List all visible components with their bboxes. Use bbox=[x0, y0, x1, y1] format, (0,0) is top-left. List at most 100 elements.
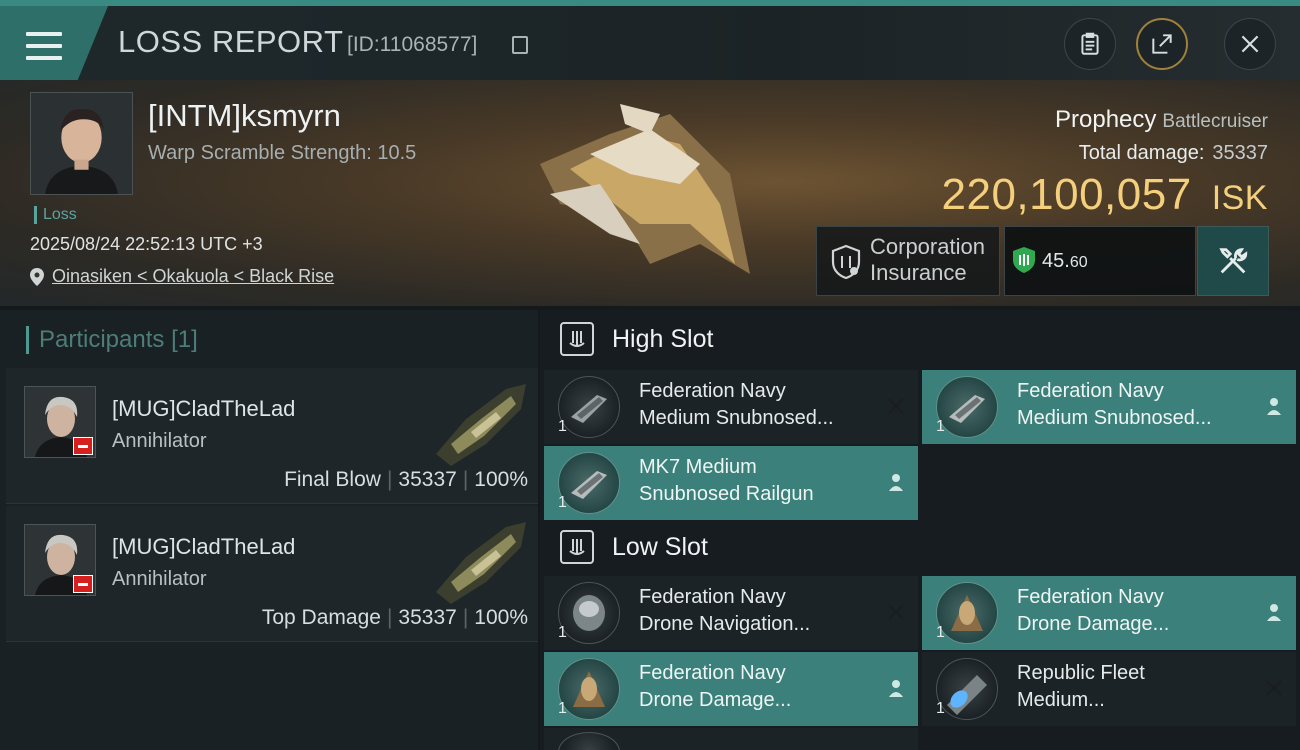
module-name-line-2: Drone Damage... bbox=[639, 689, 792, 711]
destroyed-x-icon bbox=[888, 604, 904, 620]
location-pin-icon bbox=[30, 267, 44, 286]
module-name-line-2: Medium Snubnosed... bbox=[1017, 407, 1212, 429]
dropped-person-icon bbox=[1267, 398, 1281, 415]
module-item[interactable]: 1 MK7 Medium Snubnosed Railgun bbox=[544, 446, 918, 520]
module-name: Federation Navy Drone Damage... bbox=[639, 660, 879, 714]
wrench-screwdriver-icon bbox=[1219, 248, 1248, 274]
participant-stats: Final Blow | 35337 | 100% bbox=[284, 468, 528, 492]
high-slot-header: High Slot bbox=[560, 322, 713, 356]
isk-unit: ISK bbox=[1211, 179, 1268, 217]
participants-count: [1] bbox=[171, 326, 198, 353]
ship-name: Prophecy bbox=[1055, 106, 1157, 133]
drone-navigation-module-icon bbox=[558, 582, 620, 644]
separator: | bbox=[462, 468, 469, 491]
participant-card[interactable]: [MUG]CladTheLad Annihilator Final Blow | 3… bbox=[6, 368, 538, 504]
module-name-line-2: Drone Navigation... bbox=[639, 613, 811, 635]
share-icon bbox=[1152, 34, 1172, 54]
total-damage-label: Total damage: bbox=[1078, 142, 1205, 164]
security-decimals: 60 bbox=[1069, 254, 1088, 271]
close-button[interactable] bbox=[1224, 18, 1276, 70]
module-item[interactable]: 1 Federation Navy Drone Damage... bbox=[544, 652, 918, 726]
module-name-line-2: Medium... bbox=[1017, 689, 1105, 711]
railgun-module-icon bbox=[558, 452, 620, 514]
dropped-person-icon bbox=[889, 474, 903, 491]
module-name-line-1: Federation Navy bbox=[639, 662, 786, 684]
module-item[interactable]: 1 Federation Navy Medium Snubnosed... bbox=[922, 370, 1296, 444]
participants-heading: Participants [1] bbox=[26, 326, 198, 354]
shield-icon bbox=[831, 244, 861, 280]
fitting-tools-button[interactable] bbox=[1197, 226, 1269, 296]
isk-value: 220,100,057 ISK bbox=[942, 170, 1269, 220]
security-whole: 45. bbox=[1042, 250, 1070, 272]
module-quantity: 1 bbox=[936, 418, 945, 435]
module-item[interactable]: 1 Republic Fleet Medium... bbox=[922, 652, 1296, 726]
module-name-line-2: Snubnosed Railgun bbox=[639, 483, 814, 505]
ship-class: Battlecruiser bbox=[1162, 111, 1268, 132]
participant-name: [MUG]CladTheLad bbox=[112, 534, 296, 559]
drone-damage-module-icon bbox=[558, 658, 620, 720]
module-item[interactable]: 1 Federation Navy Drone Navigation... bbox=[544, 576, 918, 650]
loss-datetime: 2025/08/24 22:52:13 UTC +3 bbox=[30, 234, 263, 254]
high-slot-icon bbox=[560, 322, 594, 356]
participant-avatar[interactable] bbox=[24, 524, 96, 596]
module-item[interactable]: 1 Federation Navy Medium Snubnosed... bbox=[544, 370, 918, 444]
module-icon bbox=[558, 732, 620, 750]
share-button[interactable] bbox=[1136, 18, 1188, 70]
ship-type[interactable]: Prophecy Battlecruiser bbox=[1055, 106, 1268, 134]
security-shield-icon bbox=[1013, 247, 1035, 273]
module-quantity: 1 bbox=[558, 700, 567, 717]
pilot-portrait-image bbox=[31, 93, 132, 194]
close-icon bbox=[1241, 35, 1259, 53]
loss-location-link[interactable]: Oinasiken < Okakuola < Black Rise bbox=[30, 266, 334, 287]
module-quantity: 1 bbox=[558, 418, 567, 435]
module-item[interactable]: 1 Federation Navy Drone Damage... bbox=[922, 576, 1296, 650]
clipboard-button[interactable] bbox=[1064, 18, 1116, 70]
participant-percent: 100% bbox=[474, 468, 528, 491]
participants-heading-label: Participants bbox=[39, 326, 165, 353]
victim-ship-image[interactable] bbox=[530, 94, 760, 294]
location-text: Oinasiken < Okakuola < Black Rise bbox=[52, 266, 335, 286]
clipboard-icon bbox=[1081, 32, 1099, 55]
dropped-person-icon bbox=[1267, 604, 1281, 621]
low-slot-icon bbox=[560, 530, 594, 564]
participant-role: Final Blow bbox=[284, 468, 381, 491]
module-quantity: 1 bbox=[558, 624, 567, 641]
railgun-module-icon bbox=[558, 376, 620, 438]
module-name: Federation Navy Drone Navigation... bbox=[639, 584, 879, 638]
module-name-line-1: Federation Navy bbox=[639, 380, 786, 402]
hostile-badge bbox=[73, 437, 93, 455]
module-quantity: 1 bbox=[936, 624, 945, 641]
report-id: [ID:11068577] bbox=[347, 33, 478, 56]
participant-name: [MUG]CladTheLad bbox=[112, 396, 296, 421]
module-quantity: 1 bbox=[936, 700, 945, 717]
warp-scramble-strength: Warp Scramble Strength: 10.5 bbox=[148, 142, 417, 164]
module-name: Republic Fleet Medium... bbox=[1017, 660, 1257, 714]
low-slot-header: Low Slot bbox=[560, 530, 708, 564]
isk-amount: 220,100,057 bbox=[941, 170, 1192, 219]
separator: | bbox=[462, 606, 469, 629]
hamburger-icon bbox=[26, 32, 62, 60]
module-name-line-1: Republic Fleet bbox=[1017, 662, 1145, 684]
participant-avatar[interactable] bbox=[24, 386, 96, 458]
insurance-label: Corporation Insurance bbox=[870, 234, 985, 286]
total-damage: Total damage: 35337 bbox=[1079, 142, 1268, 165]
destroyed-x-icon bbox=[888, 398, 904, 414]
loss-report-window: LOSS REPORT [ID:11068577] [INTM]ksmyrn W… bbox=[0, 0, 1300, 750]
module-name-line-2: Drone Damage... bbox=[1017, 613, 1170, 635]
hostile-badge bbox=[73, 575, 93, 593]
module-item-partial[interactable] bbox=[544, 728, 918, 750]
victim-name[interactable]: [INTM]ksmyrn bbox=[148, 98, 341, 134]
participant-role: Top Damage bbox=[261, 606, 381, 629]
participant-ship: Annihilator bbox=[112, 430, 207, 452]
participant-damage: 35337 bbox=[398, 468, 457, 491]
copy-icon[interactable] bbox=[512, 36, 528, 54]
participant-card[interactable]: [MUG]CladTheLad Annihilator Top Damage | 3… bbox=[6, 506, 538, 642]
victim-portrait[interactable] bbox=[30, 92, 133, 195]
page-title: LOSS REPORT bbox=[118, 24, 344, 59]
insurance-line-1: Corporation bbox=[870, 234, 985, 259]
module-quantity: 1 bbox=[558, 494, 567, 511]
railgun-module-icon bbox=[936, 376, 998, 438]
module-name-line-2: Medium Snubnosed... bbox=[639, 407, 834, 429]
destroyed-x-icon bbox=[1266, 680, 1282, 696]
participant-ship-image bbox=[436, 384, 526, 466]
